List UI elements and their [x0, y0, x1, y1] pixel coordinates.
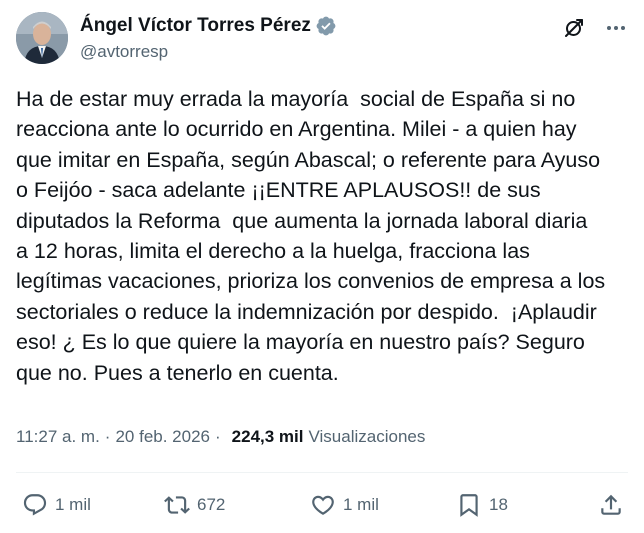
meta-separator: · — [104, 427, 111, 446]
share-button[interactable] — [598, 492, 624, 518]
handle[interactable]: @avtorresp — [80, 42, 337, 62]
display-name[interactable]: Ángel Víctor Torres Pérez — [80, 15, 311, 37]
grok-icon[interactable] — [562, 16, 586, 40]
divider — [16, 472, 628, 473]
heart-icon — [312, 495, 334, 515]
tweet-time[interactable]: 11:27 a. m. — [16, 427, 100, 447]
author-block: Ángel Víctor Torres Pérez @avtorresp — [80, 14, 337, 62]
share-icon — [601, 494, 621, 515]
avatar[interactable] — [16, 12, 68, 64]
views-count: 224,3 mil — [231, 427, 304, 446]
verified-badge-icon — [315, 15, 337, 37]
tweet-meta: 11:27 a. m. · 20 feb. 2026 · 224,3 mil V… — [16, 424, 425, 450]
bookmark-button[interactable]: 18 — [456, 492, 508, 518]
reply-icon — [23, 494, 47, 516]
reply-count: 1 mil — [55, 495, 91, 514]
retweet-button[interactable]: 672 — [164, 492, 225, 518]
like-count: 1 mil — [343, 495, 379, 514]
retweet-count: 672 — [197, 495, 226, 514]
tweet-date[interactable]: 20 feb. 2026 — [115, 427, 210, 447]
tweet-header: Ángel Víctor Torres Pérez @avtorresp — [16, 12, 628, 64]
retweet-icon — [164, 496, 190, 514]
bookmark-icon — [460, 494, 478, 517]
more-icon[interactable] — [604, 16, 628, 40]
views-label: Visualizaciones — [308, 427, 426, 446]
action-bar: 1 mil 672 1 mil 18 — [16, 486, 628, 526]
like-button[interactable]: 1 mil — [310, 492, 379, 518]
meta-separator-2: · — [215, 427, 221, 446]
bookmark-count: 18 — [489, 495, 508, 514]
name-row: Ángel Víctor Torres Pérez — [80, 14, 337, 38]
reply-button[interactable]: 1 mil — [22, 492, 91, 518]
tweet-text: Ha de estar muy errada la mayoría social… — [16, 87, 606, 385]
tweet-card: Ángel Víctor Torres Pérez @avtorresp Ha … — [0, 0, 644, 533]
